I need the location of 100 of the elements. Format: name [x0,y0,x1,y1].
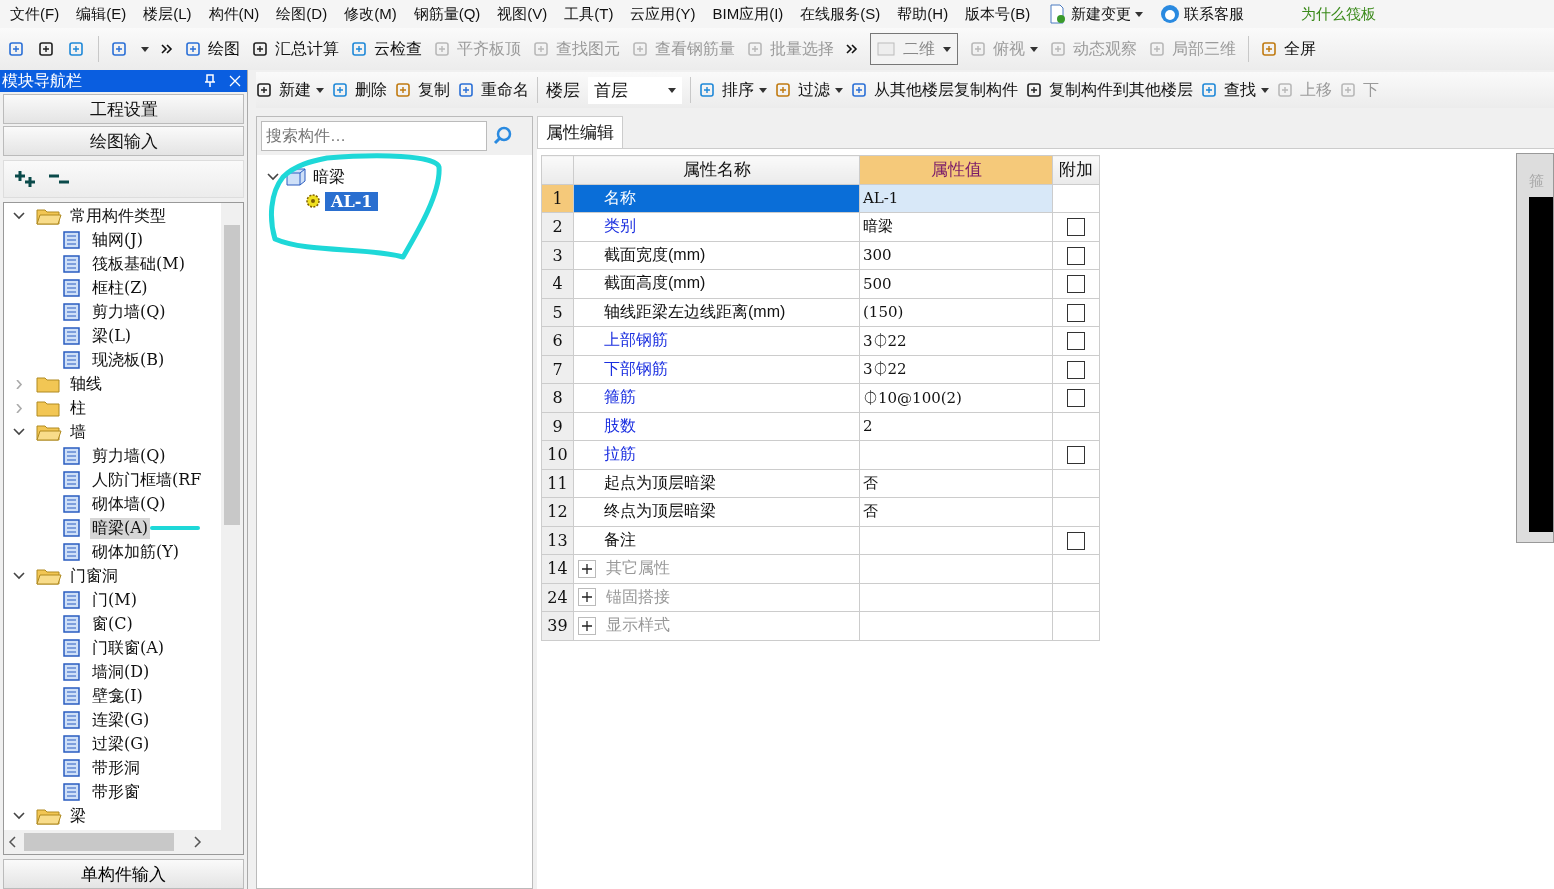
menu-item[interactable]: 绘图(D) [276,4,328,24]
menu-item[interactable]: 帮助(H) [897,4,949,24]
tab[interactable]: 属性编辑 [537,116,623,148]
menu-item[interactable]: 联系客服 [1184,4,1245,24]
scrollbar[interactable] [4,830,243,854]
tree-item[interactable]: 柱 [68,397,88,419]
tree-item[interactable]: 砌体加筋(Y) [90,541,182,563]
toolbar-button[interactable]: 复制构件到其他楼层 [1026,79,1193,101]
toolbar-button[interactable]: 新建 [256,79,324,101]
menu-item[interactable]: 在线服务(S) [800,4,881,24]
chevron-down-icon[interactable] [13,811,25,821]
menu-item[interactable]: 楼层(L) [143,4,192,24]
scroll-left-icon[interactable] [8,836,18,848]
menu-item[interactable]: 修改(M) [344,4,397,24]
tree-item[interactable]: 暗梁 [313,166,345,188]
property-value[interactable]: 2 [859,412,1053,441]
property-value[interactable]: 3⏀22 [859,326,1053,355]
chevron-down-icon[interactable] [267,172,279,182]
tree-item[interactable]: 窗(C) [90,613,135,635]
tree-item[interactable]: 暗梁(A) [90,517,151,539]
tree-item[interactable]: 梁 [68,805,88,827]
checkbox[interactable] [1067,218,1085,237]
checkbox[interactable] [1067,246,1085,265]
search-icon[interactable] [493,126,513,146]
toolbar-button[interactable]: 全屏 [1261,38,1316,60]
tree-item[interactable]: 剪力墙(Q) [90,301,168,323]
property-value[interactable]: (150) [859,298,1053,327]
tree-item[interactable]: 墙洞(D) [90,661,152,683]
checkbox[interactable] [1067,332,1085,351]
checkbox[interactable] [1067,446,1085,465]
tree-item[interactable]: 门联窗(A) [90,637,167,659]
expand-all-icon[interactable] [14,169,38,189]
chevron-down-icon[interactable] [13,211,25,221]
toolbar-button[interactable]: 重命名 [458,79,529,101]
menu-item[interactable]: 云应用(Y) [630,4,696,24]
tree-item[interactable]: 砌体墙(Q) [90,493,168,515]
scroll-right-icon[interactable] [192,836,202,848]
chevron-down-icon[interactable] [13,571,25,581]
checkbox[interactable] [1067,360,1085,379]
checkbox[interactable] [1067,303,1085,322]
tree-item[interactable]: 墙 [68,421,88,443]
toolbar-button[interactable]: 查找 [1201,79,1269,101]
tree-item[interactable]: 筏板基础(M) [90,253,187,275]
pin-icon[interactable] [203,74,217,88]
menu-item[interactable]: 钢筋量(Q) [413,4,481,24]
property-value[interactable]: 否 [859,469,1053,498]
tree-item[interactable]: 门窗洞 [68,565,120,587]
toolbar-button[interactable]: 从其他楼层复制构件 [851,79,1018,101]
menu-item[interactable]: 文件(F) [10,4,60,24]
tree-item[interactable]: 过梁(G) [90,733,152,755]
plus-icon[interactable] [578,616,596,635]
menu-item[interactable]: 构件(N) [208,4,260,24]
plus-icon[interactable] [578,588,596,607]
tree-item[interactable]: 门(M) [90,589,139,611]
chevron-icon[interactable] [161,44,173,54]
search-field[interactable]: 搜索构件… [261,121,487,151]
property-value[interactable]: 500 [859,269,1053,298]
tree-item[interactable]: 壁龛(I) [90,685,145,707]
property-value[interactable]: 300 [859,241,1053,270]
tree-item[interactable]: 现浇板(B) [90,349,167,371]
menu-item[interactable]: BIM应用(I) [712,4,784,24]
tree-item[interactable]: 带形洞 [90,757,142,779]
toolbar-button[interactable]: 云检查 [351,38,422,60]
toolbar-button[interactable]: 删除 [332,79,387,101]
close-icon[interactable] [229,75,241,87]
tree-item[interactable]: 轴网(J) [90,229,145,251]
section-button[interactable]: 工程设置 [3,94,244,124]
toolbar-button[interactable]: 绘图 [185,38,240,60]
tree-item[interactable]: 常用构件类型 [68,205,168,227]
menu-item[interactable]: 工具(T) [564,4,614,24]
notice-link[interactable]: 为什么筏板 [1301,4,1377,24]
scrollbar[interactable] [221,203,243,830]
menu-item[interactable]: 编辑(E) [76,4,127,24]
toolbar-button[interactable]: 复制 [395,79,450,101]
tree-item[interactable]: AL-1 [325,191,379,211]
property-value[interactable]: 否 [859,497,1053,526]
property-value[interactable]: 3⏀22 [859,355,1053,384]
tree-item[interactable]: 连梁(G) [90,709,152,731]
chevron-icon[interactable] [846,44,858,54]
property-value[interactable]: ⏀10@100(2) [859,383,1053,412]
toolbar-button[interactable]: 排序 [699,79,767,101]
property-value[interactable]: AL-1 [859,184,1053,213]
tree-item[interactable]: 梁(L) [90,325,134,347]
menu-item[interactable]: 视图(V) [497,4,548,24]
toolbar-button[interactable]: 过滤 [775,79,843,101]
tree-item[interactable]: 剪力墙(Q) [90,445,168,467]
checkbox[interactable] [1067,389,1085,408]
menu-item[interactable]: 版本号(B) [965,4,1031,24]
chevron-down-icon[interactable] [13,427,25,437]
tree-item[interactable]: 轴线 [68,373,104,395]
checkbox[interactable] [1067,275,1085,294]
tree-item[interactable]: 框柱(Z) [90,277,150,299]
section-button[interactable]: 单构件输入 [3,859,244,889]
menu-item[interactable]: 新建变更 [1071,4,1132,24]
tree-item[interactable]: 带形窗 [90,781,142,803]
floor-dropdown[interactable]: 首层 [588,76,682,104]
tree-item[interactable]: 人防门框墙(RF [90,469,204,491]
checkbox[interactable] [1067,531,1085,550]
property-value[interactable]: 暗梁 [859,212,1053,241]
plus-icon[interactable] [578,559,596,578]
